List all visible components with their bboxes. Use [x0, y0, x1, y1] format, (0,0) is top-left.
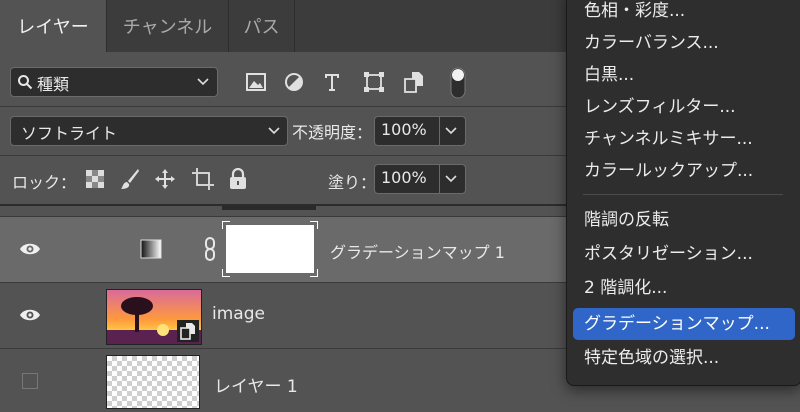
menu-separator [583, 194, 783, 195]
fill-value: 100% [381, 168, 427, 187]
layer-name[interactable]: レイヤー 1 [214, 372, 298, 397]
layer-thumbnail-partial [222, 206, 316, 210]
menu-item-posterize[interactable]: ポスタリゼーション... [573, 238, 795, 270]
opacity-field[interactable]: 100% [374, 116, 466, 146]
transparent-layer-thumbnail[interactable] [106, 355, 200, 409]
tab-layers[interactable]: レイヤー [0, 0, 107, 52]
tab-channels[interactable]: チャンネル [107, 0, 229, 52]
menu-item-hue-saturation[interactable]: 色相・彩度... [573, 0, 795, 27]
menu-item-gradient-map[interactable]: グラデーションマップ... [573, 308, 795, 340]
lock-transparent-pixels-icon[interactable] [84, 168, 106, 190]
menu-item-channel-mixer[interactable]: チャンネルミキサー... [573, 123, 795, 155]
filter-kind-select[interactable]: 種類 [10, 67, 218, 97]
visibility-toggle-off[interactable] [14, 365, 46, 397]
menu-item-selective-color[interactable]: 特定色域の選択... [573, 342, 795, 374]
search-icon [15, 72, 35, 92]
lock-label: ロック： [12, 173, 77, 192]
type-layer-filter-icon[interactable] [320, 70, 344, 94]
layer-mask-thumbnail[interactable] [222, 221, 318, 277]
chevron-down-icon[interactable] [443, 123, 459, 139]
menu-item-color-lookup[interactable]: カラールックアップ... [573, 155, 795, 187]
eye-icon[interactable] [14, 299, 46, 331]
opacity-label: 不透明度： [292, 123, 373, 142]
lock-image-pixels-brush-icon[interactable] [118, 166, 142, 192]
shape-layer-filter-icon[interactable] [362, 70, 386, 94]
chevron-down-icon [195, 74, 211, 90]
eye-icon[interactable] [14, 233, 46, 265]
chevron-down-icon[interactable] [443, 171, 459, 187]
image-layer-thumbnail[interactable] [106, 289, 202, 345]
blend-mode-value: ソフトライト [21, 124, 118, 143]
smart-object-badge-icon [177, 320, 199, 342]
gradient-map-adjustment-icon [138, 238, 164, 260]
layers-panel: レイヤー チャンネル パス 種類 ソフトライト 不透明度： 100% ロック： … [0, 0, 800, 412]
fill-field[interactable]: 100% [374, 164, 466, 194]
link-chain-icon[interactable] [200, 237, 220, 261]
layer-name[interactable]: グラデーションマップ 1 [330, 239, 505, 263]
opacity-value: 100% [381, 120, 427, 139]
new-adjustment-layer-menu: 色相・彩度... カラーバランス... 白黒... レンズフィルター... チャ… [566, 0, 800, 386]
lock-position-move-icon[interactable] [152, 166, 178, 192]
filter-toggle-switch[interactable] [448, 67, 468, 99]
menu-item-threshold[interactable]: 2 階調化... [573, 272, 795, 304]
layer-name[interactable]: image [212, 304, 265, 324]
blend-mode-select[interactable]: ソフトライト [10, 116, 288, 146]
adjustment-layer-filter-icon[interactable] [282, 71, 306, 93]
tab-paths[interactable]: パス [229, 0, 295, 52]
chevron-down-icon [266, 123, 282, 139]
menu-item-black-white[interactable]: 白黒... [573, 59, 795, 91]
menu-item-invert[interactable]: 階調の反転 [573, 204, 795, 236]
filter-kind-label: 種類 [37, 75, 70, 94]
lock-artboard-icon[interactable] [190, 166, 216, 192]
lock-all-padlock-icon[interactable] [226, 166, 250, 192]
fill-label: 塗り： [328, 173, 377, 192]
menu-item-color-balance[interactable]: カラーバランス... [573, 27, 795, 59]
pixel-layer-filter-icon[interactable] [244, 71, 268, 93]
menu-item-photo-filter[interactable]: レンズフィルター... [573, 91, 795, 123]
smart-object-filter-icon[interactable] [402, 70, 426, 94]
